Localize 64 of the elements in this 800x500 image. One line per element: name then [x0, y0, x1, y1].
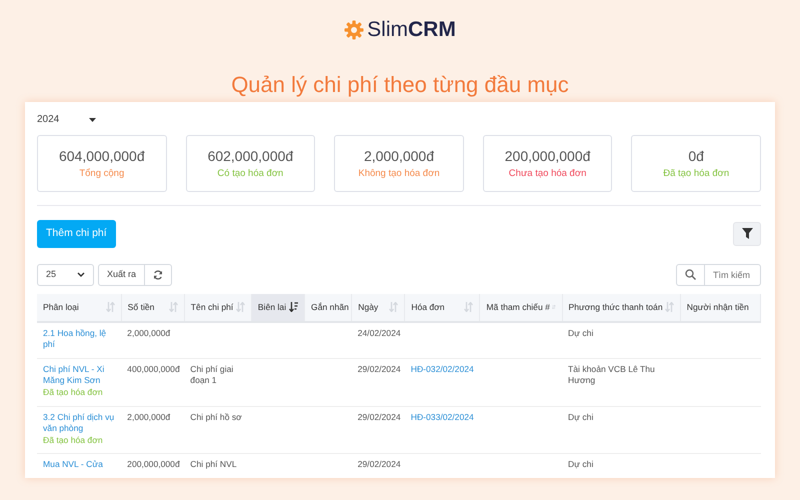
amount-cell: 2,000,000đ	[127, 412, 170, 422]
category-link[interactable]: Chi phí NVL - Xi Măng Kim Sơn	[43, 364, 116, 388]
page-headline: Quản lý chi phí theo từng đầu mục	[231, 70, 569, 99]
column-header[interactable]: Mã tham chiếu #	[480, 294, 562, 322]
invoice-status: Đã tạo hóa đơn	[43, 387, 104, 399]
category-link[interactable]: 3.2 Chi phí dịch vụ văn phòng	[43, 412, 116, 435]
export-button[interactable]: Xuất ra	[98, 264, 146, 286]
page-size-select[interactable]: 25	[37, 264, 94, 286]
column-header[interactable]: Số tiền	[121, 294, 184, 322]
search-button[interactable]	[676, 264, 705, 286]
sort-icon	[106, 302, 115, 312]
stat-value: 602,000,000đ	[208, 146, 294, 166]
stat-value: 2,000,000đ	[364, 146, 434, 166]
sort-icon	[289, 302, 298, 312]
column-header[interactable]: Tên chi phí	[184, 294, 252, 322]
stat-label: Chưa tạo hóa đơn	[508, 166, 586, 181]
chevron-icon	[77, 272, 85, 278]
column-header[interactable]: Ngày	[352, 294, 405, 322]
stat-label: Tổng cộng	[79, 166, 124, 181]
stat-label: Đã tạo hóa đơn	[663, 166, 730, 181]
stat-value: 0đ	[688, 146, 704, 166]
column-header[interactable]: Phân loại	[37, 294, 122, 322]
column-header[interactable]: Phương thức thanh toán	[562, 294, 680, 322]
payment-method-cell: Dự chi	[568, 328, 594, 338]
date-cell: 29/02/2024	[358, 364, 401, 374]
invoice-status: Đã tạo hóa đơn	[43, 434, 104, 446]
column-header[interactable]: Biên lai	[251, 294, 305, 322]
category-link[interactable]: Mua NVL - Cửa	[43, 459, 116, 471]
search-icon	[685, 269, 696, 280]
stat-value: 604,000,000đ	[58, 146, 145, 166]
stat-label: Không tạo hóa đơn	[358, 166, 440, 181]
sort-icon	[464, 302, 474, 312]
expense-name-cell: Chi phí NVL	[190, 459, 237, 470]
column-header[interactable]: Hóa đơn	[404, 294, 480, 322]
sort-icon	[168, 302, 178, 312]
date-cell: 24/02/2024	[358, 328, 401, 338]
sort-icon	[389, 302, 398, 312]
expense-name-cell: Chi phí hồ sơ	[190, 412, 242, 422]
invoice-link[interactable]: HĐ-033/02/2024	[410, 412, 474, 424]
filter-button[interactable]	[733, 222, 761, 246]
refresh-icon	[153, 270, 164, 280]
date-cell: 29/02/2024	[358, 459, 401, 470]
date-cell: 29/02/2024	[358, 412, 401, 422]
invoice-link[interactable]: HĐ-032/02/2024	[410, 364, 474, 376]
stat-label: Có tạo hóa đơn	[217, 166, 284, 181]
payment-method-cell: Dự chi	[568, 459, 594, 470]
filter-icon	[742, 228, 752, 240]
category-link[interactable]: 2.1 Hoa hồng, lệ phí	[43, 328, 116, 351]
column-header[interactable]: Người nhận tiền	[680, 294, 760, 322]
expense-name-cell: Chi phí giai đoạn 1	[190, 364, 234, 386]
payment-method-cell: Tài khoản VCB Lê Thu Hương	[568, 364, 655, 386]
year-select[interactable]: 2024	[37, 112, 761, 127]
amount-cell: 400,000,000đ	[127, 364, 180, 374]
sort-icon	[236, 302, 245, 312]
amount-cell: 2,000,000đ	[127, 328, 170, 338]
amount-cell: 200,000,000đ	[127, 459, 180, 470]
column-header[interactable]: Gắn nhãn	[304, 294, 352, 322]
stat-value: 200,000,000đ	[504, 146, 590, 166]
payment-method-cell: Dự chi	[568, 412, 594, 422]
brand-logo: SlimCRM	[367, 17, 456, 43]
caret-icon	[89, 118, 96, 122]
sort-icon	[664, 302, 674, 312]
refresh-button[interactable]	[145, 264, 172, 286]
search-field[interactable]: Tìm kiếm	[705, 264, 761, 286]
